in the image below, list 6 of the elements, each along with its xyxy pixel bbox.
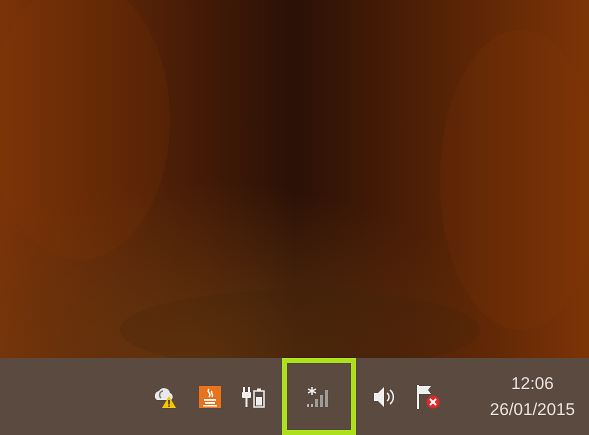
speaker-icon[interactable] xyxy=(372,384,395,408)
clock-date: 26/01/2015 xyxy=(490,398,575,420)
clock-time: 12:06 xyxy=(511,372,554,394)
plug-battery-icon[interactable] xyxy=(242,384,266,408)
flag-error-icon[interactable] xyxy=(416,384,440,410)
cup-icon[interactable] xyxy=(198,386,221,408)
